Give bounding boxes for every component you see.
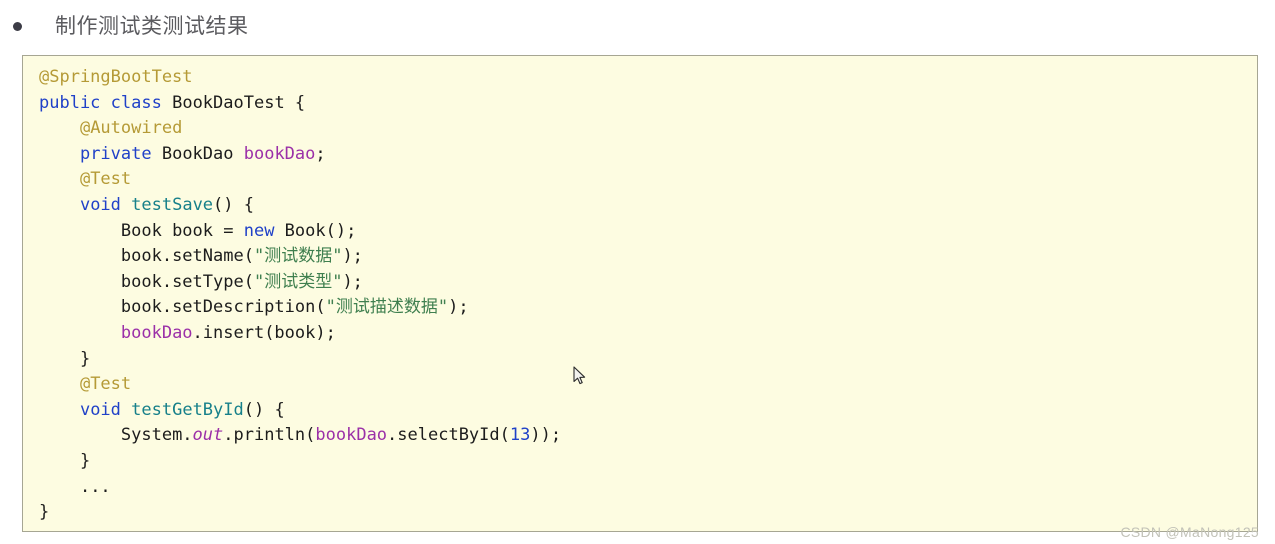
code-token-plain: book.setDescription( bbox=[120, 297, 326, 318]
page-title: 制作测试类测试结果 bbox=[55, 14, 249, 38]
code-token-anno: @SpringBootTest bbox=[39, 67, 193, 87]
code-token-str: "测试类型" bbox=[253, 271, 343, 292]
code-token-plain: ); bbox=[342, 271, 363, 292]
code-token-plain: ... bbox=[79, 476, 111, 497]
code-token-plain: .insert(book); bbox=[192, 322, 336, 343]
code-token-plain: } bbox=[79, 348, 91, 369]
code-token-static: out bbox=[192, 425, 224, 446]
code-token-field: bookDao bbox=[120, 322, 193, 343]
code-line: book.setDescription("测试描述数据"); bbox=[39, 295, 1257, 321]
code-token-kw: void bbox=[79, 399, 121, 420]
code-token-plain: book.setName( bbox=[120, 246, 254, 267]
code-token-plain: Book(); bbox=[274, 220, 357, 241]
code-line: @Test bbox=[39, 167, 1257, 193]
code-token-method: testGetById bbox=[131, 399, 244, 420]
code-token-plain: } bbox=[39, 502, 50, 523]
code-token-field: bookDao bbox=[243, 143, 316, 164]
code-token-plain: .selectById( bbox=[387, 425, 510, 446]
code-token-plain: () { bbox=[213, 194, 254, 215]
code-line: } bbox=[39, 449, 1257, 475]
code-token-plain: System. bbox=[120, 425, 193, 446]
code-line: public class BookDaoTest { bbox=[39, 91, 1257, 117]
code-line: ... bbox=[39, 475, 1257, 501]
code-token-kw: new bbox=[243, 220, 275, 241]
code-token-plain: } bbox=[79, 450, 91, 471]
code-token-plain: book.setType( bbox=[120, 271, 254, 292]
code-token-kw: private bbox=[79, 143, 152, 164]
code-token-plain: BookDao bbox=[151, 143, 244, 164]
code-token-anno: @Test bbox=[79, 374, 132, 395]
code-token-anno: @Test bbox=[79, 169, 132, 190]
code-token-str: "测试描述数据" bbox=[325, 297, 449, 318]
code-line: System.out.println(bookDao.selectById(13… bbox=[39, 423, 1257, 449]
code-token-plain: .println( bbox=[223, 425, 316, 446]
code-token-str: "测试数据" bbox=[253, 246, 343, 267]
code-token-anno: @Autowired bbox=[79, 118, 183, 139]
code-token-kw: void bbox=[79, 194, 121, 215]
code-line: @Test bbox=[39, 372, 1257, 398]
code-line: @Autowired bbox=[39, 116, 1257, 142]
code-block[interactable]: @SpringBootTest public class BookDaoTest … bbox=[22, 55, 1258, 532]
code-token-kw: public bbox=[39, 92, 101, 113]
code-token-plain: )); bbox=[530, 425, 562, 446]
heading-row: 制作测试类测试结果 bbox=[0, 0, 1275, 52]
code-line: Book book = new Book(); bbox=[39, 219, 1257, 245]
code-token-num: 13 bbox=[509, 425, 531, 446]
code-line: } bbox=[39, 347, 1257, 373]
code-token-plain: Book book = bbox=[120, 220, 244, 241]
code-line: void testSave() { bbox=[39, 193, 1257, 219]
code-line: bookDao.insert(book); bbox=[39, 321, 1257, 347]
code-token-field: bookDao bbox=[315, 425, 388, 446]
code-content: @SpringBootTest public class BookDaoTest … bbox=[23, 56, 1257, 526]
bullet-icon bbox=[13, 21, 22, 31]
code-line: private BookDao bookDao; bbox=[39, 142, 1257, 168]
code-token-plain: ; bbox=[315, 143, 326, 164]
code-line: @SpringBootTest bbox=[39, 65, 1257, 91]
code-line: void testGetById() { bbox=[39, 398, 1257, 424]
code-token-plain: () { bbox=[243, 399, 285, 420]
code-line: book.setType("测试类型"); bbox=[39, 270, 1257, 296]
code-token-kw: class bbox=[110, 92, 162, 113]
code-token-plain: BookDaoTest { bbox=[161, 92, 306, 113]
code-line: book.setName("测试数据"); bbox=[39, 244, 1257, 270]
code-line: } bbox=[39, 500, 1257, 526]
watermark-label: CSDN @MaNong125 bbox=[1120, 524, 1259, 540]
code-token-plain: ); bbox=[448, 297, 469, 318]
code-token-method: testSave bbox=[131, 194, 214, 215]
code-token-plain: ); bbox=[342, 246, 363, 267]
